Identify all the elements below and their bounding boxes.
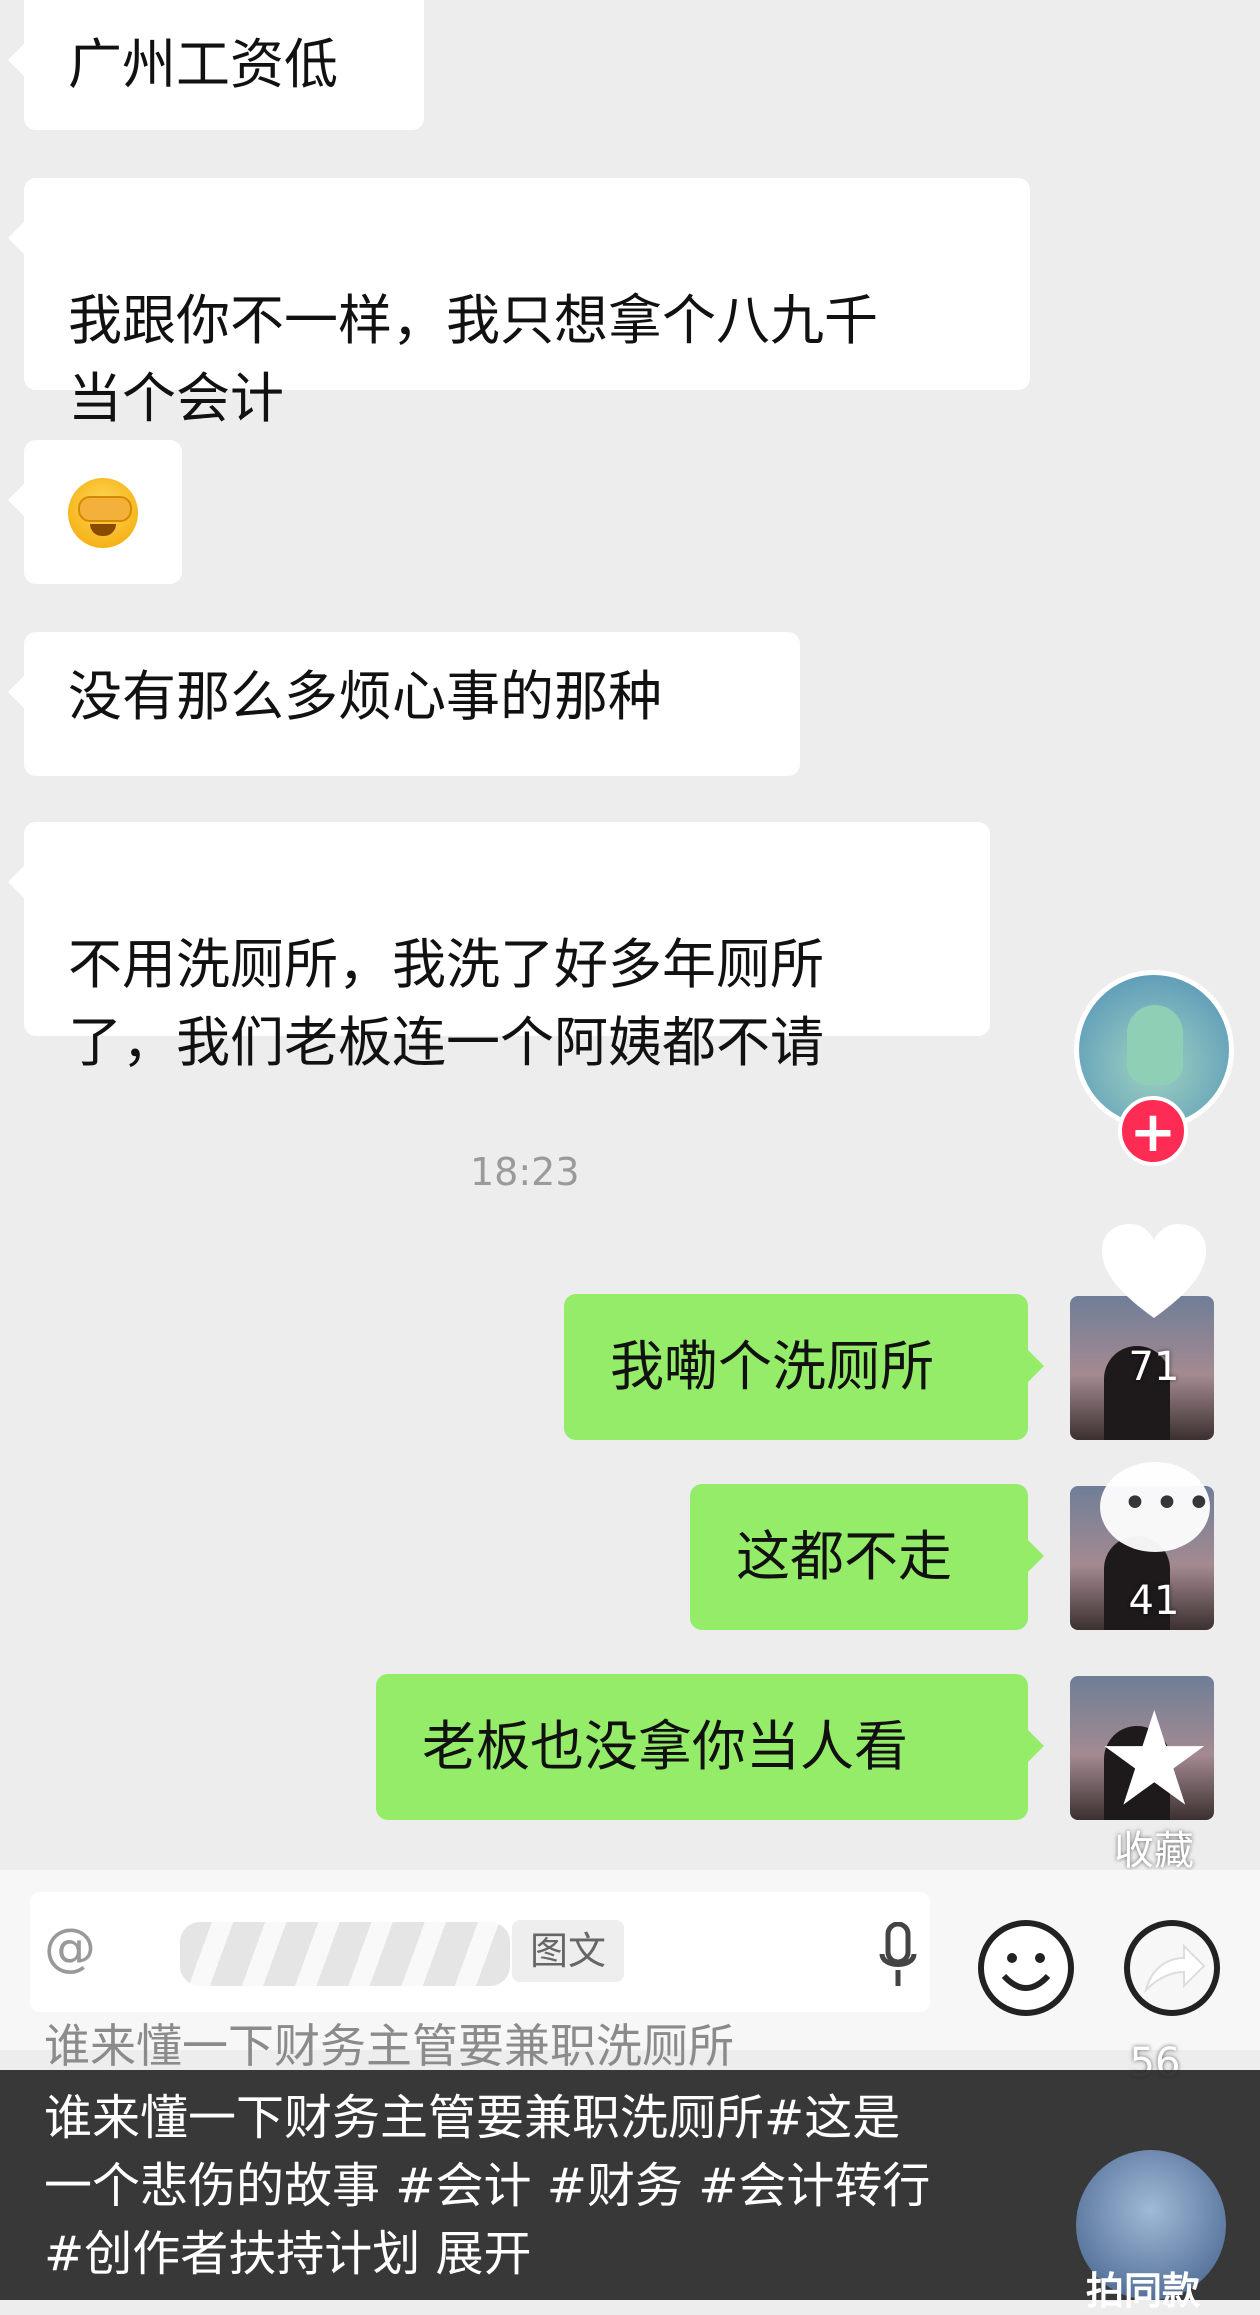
microphone-icon[interactable] xyxy=(878,1922,918,1990)
comment-count: 41 xyxy=(1128,1578,1180,1624)
message-input[interactable]: @ 图文 xyxy=(30,1892,930,2012)
post-title: 谁来懂一下财务主管要兼职洗厕所 xyxy=(44,2019,734,2073)
outgoing-message: 我嘞个洗厕所 xyxy=(564,1294,1044,1440)
at-icon[interactable]: @ xyxy=(44,1918,96,1978)
favorite-label: 收藏 xyxy=(1114,1828,1194,1874)
message-timestamp: 18:23 xyxy=(470,1150,580,1194)
caption-panel: 谁来懂一下财务主管要兼职洗厕所#这是一个悲伤的故事 #会计 #财务 #会计转行 … xyxy=(0,2070,1260,2300)
emoji-button-icon[interactable] xyxy=(978,1920,1074,2016)
incoming-message: 广州工资低 xyxy=(8,0,424,130)
make-same-label[interactable]: 拍同款 xyxy=(1086,2260,1200,2315)
favorite-star-icon[interactable]: ★ xyxy=(1096,1694,1213,1824)
image-text-badge[interactable]: 图文 xyxy=(512,1920,625,1982)
chat-area: 广州工资低 我跟你不一样，我只想拿个八九千 当个会计 没有那么多烦心事的那种 不… xyxy=(0,0,1260,1870)
incoming-message: 我跟你不一样，我只想拿个八九千 当个会计 xyxy=(8,178,1030,430)
like-heart-icon[interactable] xyxy=(1098,1222,1210,1322)
post-caption[interactable]: 谁来懂一下财务主管要兼职洗厕所#这是一个悲伤的故事 #会计 #财务 #会计转行 … xyxy=(44,2084,944,2288)
image-text-badge-label: 图文 xyxy=(530,1929,607,1973)
follow-button[interactable]: + xyxy=(1118,1096,1188,1166)
incoming-message-emoji xyxy=(8,440,182,584)
share-arrow-icon[interactable] xyxy=(1124,1920,1220,2016)
incoming-message: 不用洗厕所，我洗了好多年厕所 了，我们老板连一个阿姨都不请 xyxy=(8,822,990,1074)
comment-icon[interactable]: ••• xyxy=(1100,1462,1212,1552)
incoming-message: 没有那么多烦心事的那种 xyxy=(8,632,800,776)
outgoing-message: 这都不走 xyxy=(690,1484,1044,1630)
outgoing-message: 老板也没拿你当人看 xyxy=(376,1674,1044,1820)
blurred-text xyxy=(180,1922,510,1986)
like-count: 71 xyxy=(1128,1344,1180,1390)
facepalm-emoji-icon xyxy=(68,478,138,548)
